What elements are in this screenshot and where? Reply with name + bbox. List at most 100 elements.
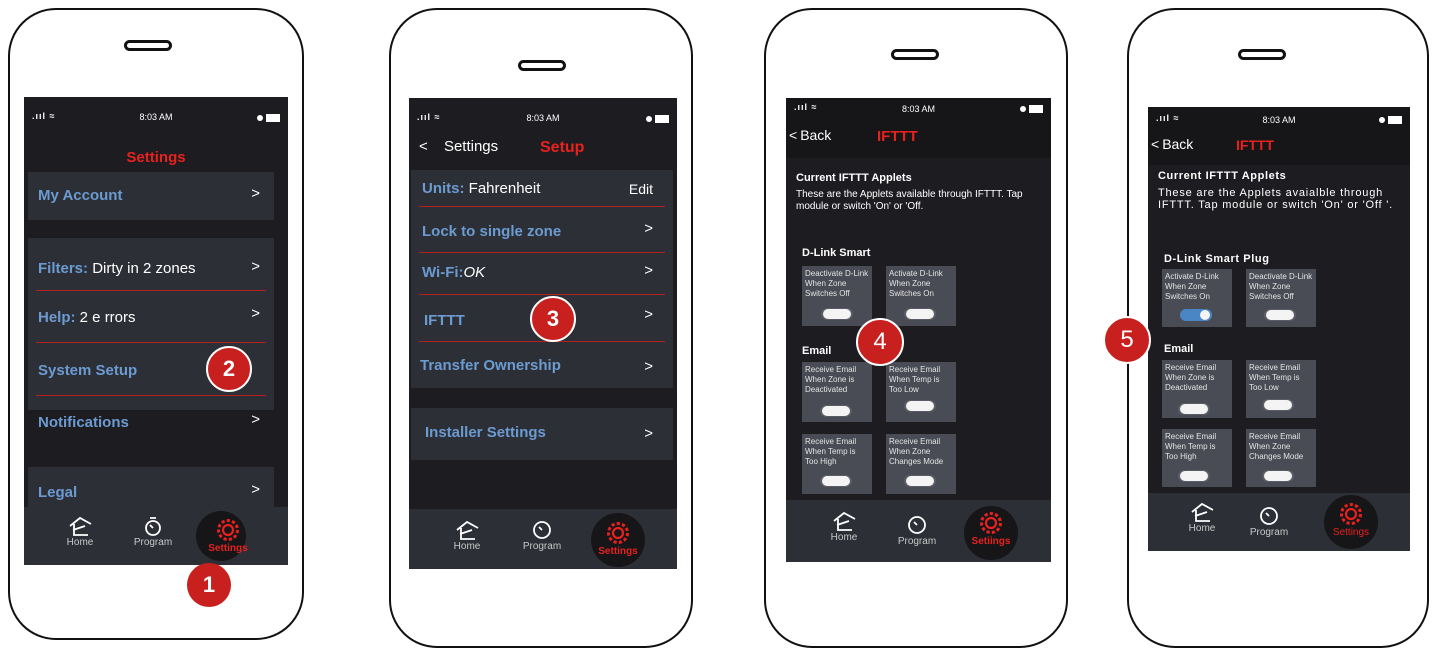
help-value: 2 e rrors [79,309,136,326]
applets-heading: Current IFTTT Applets [1158,170,1287,182]
applet-card[interactable]: Receive Email When Zone Changes Mode [886,434,956,494]
chevron-right-icon: > [644,358,653,375]
units-value: Fahrenheit [468,180,541,197]
transfer-ownership-label: Transfer Ownership [420,357,561,374]
speaker [891,49,939,60]
back-label: Settings [443,138,499,155]
step-badge-4: 4 [856,318,904,366]
applet-label: Activate D-Link When Zone Switches On [889,269,943,298]
tab-label: Home [453,541,481,552]
notifications-row[interactable]: Notifications > [28,396,274,448]
lock-zone-row[interactable]: Lock to single zone > [411,207,673,252]
tab-label: Settings [208,543,248,554]
toggle-switch[interactable] [1264,309,1296,321]
applet-card[interactable]: Receive Email When Zone is Deactivated [802,362,872,422]
tab-settings[interactable]: Setiings [962,510,1020,547]
filters-row[interactable]: Filters: Dirty in 2 zones > [28,238,274,290]
step-badge-1: 1 [187,563,231,607]
tab-label: Program [897,536,937,547]
wifi-row[interactable]: Wi-Fi:OK > [411,253,673,293]
toggle-switch[interactable] [820,475,852,487]
home-icon [833,511,856,531]
toggle-switch[interactable] [1262,470,1294,482]
applet-card[interactable]: Receive Email When Temp is Too High [802,434,872,494]
tab-home[interactable]: Home [447,519,487,552]
gear-icon [217,519,239,541]
section-dlink: D-Link Smart Plug [1164,253,1270,265]
tab-label: Home [66,537,94,548]
applet-label: Receive Email When Zone is Deactivated [1165,363,1217,392]
page-title: IFTTT [1236,137,1275,153]
home-icon [69,516,92,536]
legal-row[interactable]: Legal > [28,467,274,511]
battery-icon [257,112,280,122]
transfer-ownership-row[interactable]: Transfer Ownership > [411,342,673,388]
chevron-right-icon: > [644,262,653,279]
toggle-switch[interactable] [821,308,853,320]
applet-card[interactable]: Deactivate D-Link When Zone Switches Off [802,266,872,326]
tab-home[interactable]: Home [60,515,100,548]
back-label: Back [1162,136,1194,152]
tab-program[interactable]: Program [1244,505,1294,538]
applets-description: These are the Applets avaialble through … [1158,187,1393,211]
status-time: 8:03 AM [526,113,560,123]
applet-label: Activate D-Link When Zone Switches On [1165,272,1219,301]
tab-home[interactable]: Home [824,510,864,543]
tab-settings[interactable]: Settings [1322,501,1380,538]
tab-label: Program [1249,527,1289,538]
chevron-right-icon: > [251,481,260,498]
applet-card[interactable]: Receive Email When Temp is Too Low [886,362,956,422]
tab-bar: Home Program Settings [409,509,677,569]
applet-card[interactable]: Deactivate D-Link When Zone Switches Off [1246,269,1316,327]
toggle-switch[interactable] [904,400,936,412]
battery-icon [1020,103,1043,113]
tab-settings[interactable]: Settings [589,520,647,557]
help-row[interactable]: Help: 2 e rrors > [28,291,274,343]
row-label: My Account [38,187,123,204]
applets-heading: Current IFTTT Applets [796,172,912,184]
tab-label: Program [133,537,173,548]
speaker [1238,49,1286,60]
back-button[interactable]: < Back [789,127,831,143]
applet-card[interactable]: Receive Email When Zone is Deactivated [1162,360,1232,418]
toggle-switch[interactable] [904,475,936,487]
toggle-switch[interactable] [1262,399,1294,411]
my-account-row[interactable]: My Account > [28,172,274,220]
toggle-switch[interactable] [1178,403,1210,415]
legal-label: Legal [38,484,78,501]
applet-card[interactable]: Receive Email When Temp is Too Low [1246,360,1316,418]
toggle-switch-on[interactable] [1180,309,1212,321]
units-row[interactable]: Units: Fahrenheit Edit [411,170,673,206]
tab-home[interactable]: Home [1182,501,1222,534]
toggle-switch[interactable] [1178,470,1210,482]
chevron-right-icon: > [251,411,260,428]
step-badge-3: 3 [530,296,576,342]
applet-label: Receive Email When Temp is Too High [805,437,857,466]
section-dlink: D-Link Smart [802,247,871,259]
toggle-switch[interactable] [904,308,936,320]
applet-card[interactable]: Activate D-Link When Zone Switches On [886,266,956,326]
tab-program[interactable]: Program [517,519,567,552]
chevron-right-icon: > [644,306,653,323]
toggle-switch[interactable] [820,405,852,417]
step-badge-2: 2 [206,346,252,392]
applet-card[interactable]: Activate D-Link When Zone Switches On [1162,269,1232,327]
back-button[interactable]: < Back [1151,136,1193,152]
tab-program[interactable]: Program [892,514,942,547]
page-title: IFTTT [877,128,918,145]
back-button[interactable]: < Settings [419,138,498,155]
applet-card[interactable]: Receive Email When Temp is Too High [1162,429,1232,487]
installer-settings-row[interactable]: Installer Settings > [411,408,673,460]
edit-button[interactable]: Edit [629,181,653,197]
lock-zone-label: Lock to single zone [422,223,562,240]
tab-bar: Home Program Setiings [786,500,1051,562]
applet-label: Receive Email When Zone Changes Mode [889,437,944,466]
tab-program[interactable]: Program [128,515,178,548]
filters-label: Filters: Dirty in 2 zones [38,260,196,277]
notifications-label: Notifications [38,414,129,431]
help-label: Help: 2 e rrors [38,309,136,326]
applet-card[interactable]: Receive Email When Zone Changes Mode [1246,429,1316,487]
gear-icon [607,522,629,544]
ifttt-label: IFTTT [424,312,465,329]
tab-settings[interactable]: Settings [196,517,260,554]
